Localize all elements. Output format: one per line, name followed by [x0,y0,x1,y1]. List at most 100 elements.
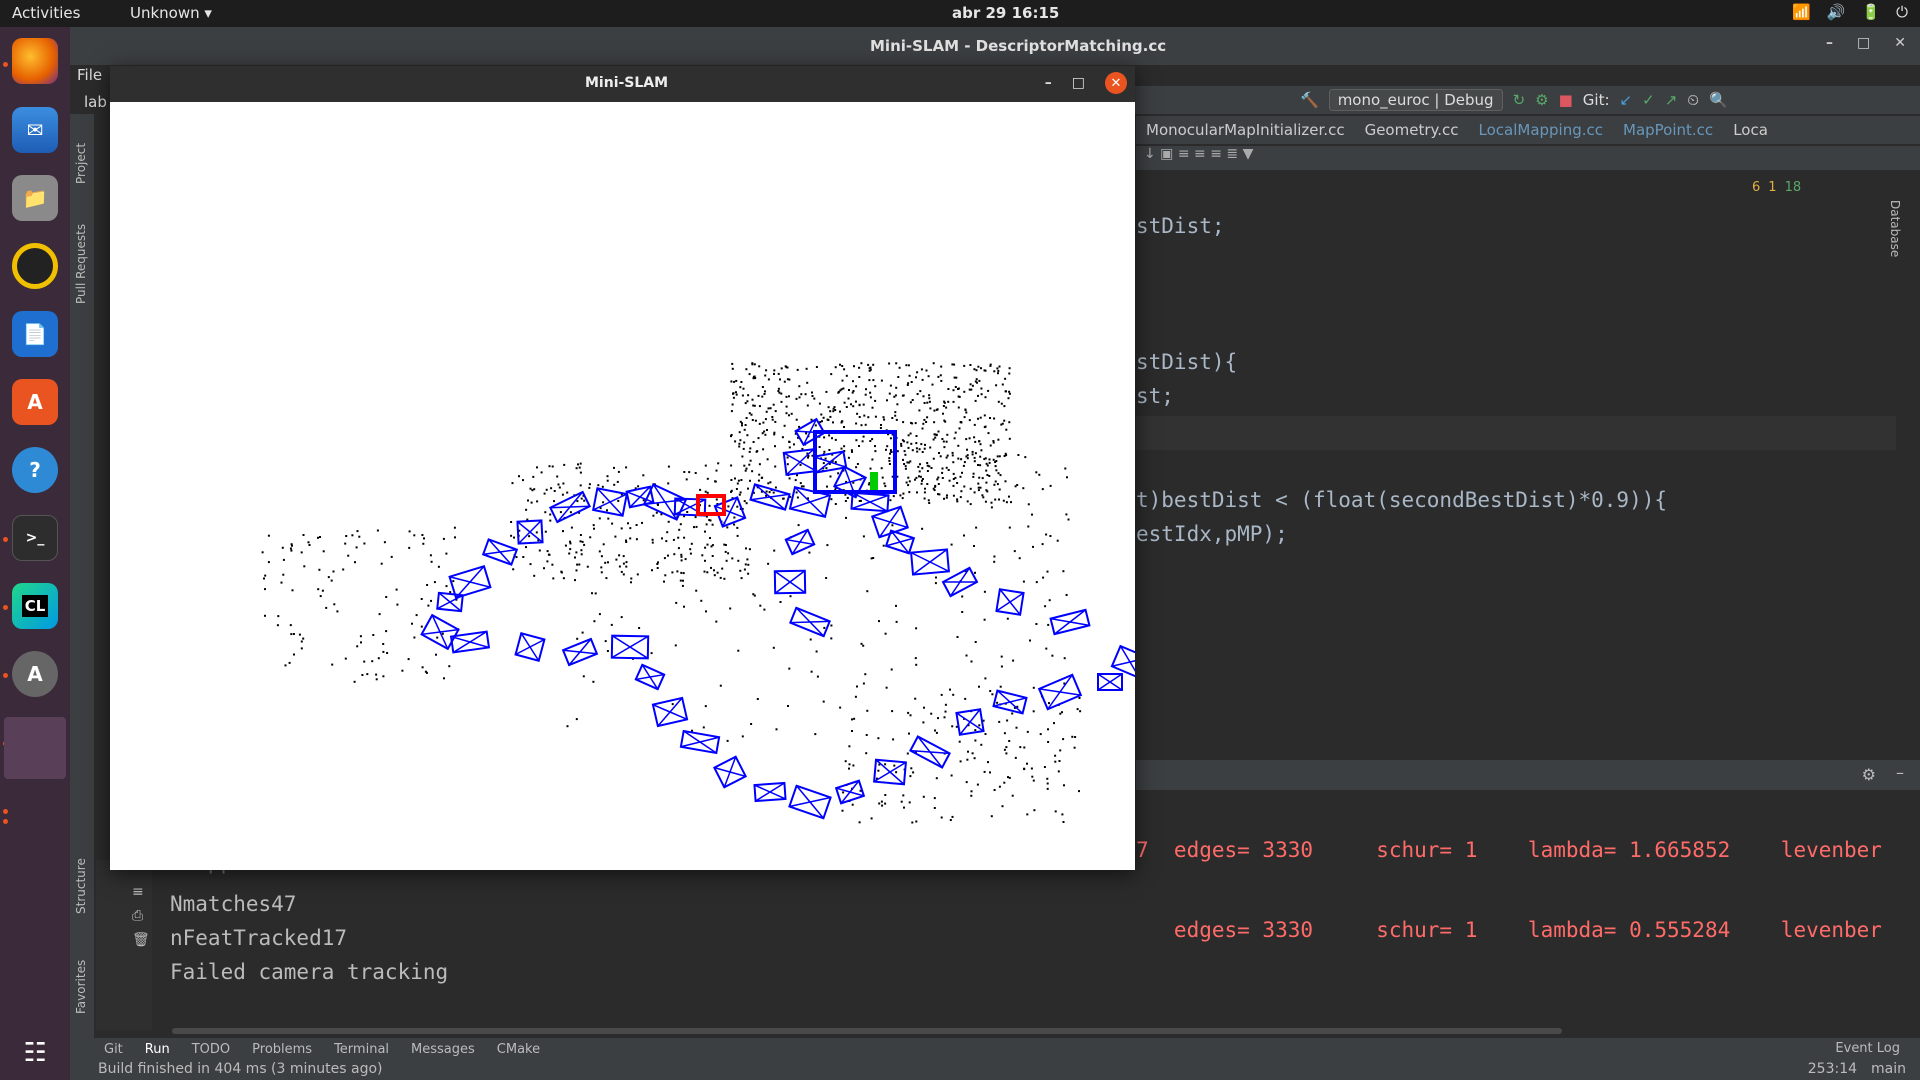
status-message[interactable]: Build finished in 404 ms (3 minutes ago) [98,1061,383,1077]
map-point [1032,545,1034,548]
minimize-icon[interactable]: – [1826,35,1833,51]
maximize-icon[interactable]: □ [1857,35,1870,51]
favorites-label[interactable]: Favorites [74,960,88,1014]
help-icon[interactable]: ? [12,447,58,493]
firefox-icon[interactable] [12,38,58,84]
pull-requests-label[interactable]: Pull Requests [74,224,88,304]
hide-icon[interactable]: – [1896,763,1904,782]
tab-monocular-map-initializer[interactable]: MonocularMapInitializer.cc [1146,121,1345,139]
map-point [936,478,939,481]
tab-todo[interactable]: TODO [192,1042,230,1057]
software-icon[interactable]: A [12,379,58,425]
files-icon[interactable]: 📁 [12,175,58,221]
map-point [743,568,746,571]
project-name[interactable]: lab [84,93,107,111]
history-icon[interactable]: ⏲ [1687,91,1699,109]
map-point [562,530,564,533]
map-point [947,400,950,403]
tab-map-point[interactable]: MapPoint.cc [1623,121,1713,139]
map-point [548,553,551,556]
project-tool-label[interactable]: Project [74,143,88,184]
activities-button[interactable]: Activities [12,4,80,22]
map-point [909,401,912,404]
tab-messages[interactable]: Messages [411,1042,475,1057]
slam-map-viewer[interactable] [110,102,1135,870]
stop-icon[interactable]: ■ [1559,91,1573,109]
debug-icon[interactable]: ⚙ [1535,91,1548,109]
git-commit-icon[interactable]: ✓ [1642,91,1655,109]
map-point [965,411,968,414]
map-point [408,546,411,549]
tab-problems[interactable]: Problems [252,1042,312,1057]
build-icon[interactable]: 🔨 [1300,91,1319,109]
tab-terminal[interactable]: Terminal [334,1042,389,1057]
run-icon[interactable]: ↻ [1513,91,1526,109]
workspace-icon[interactable] [4,717,66,779]
map-point [740,381,743,383]
map-point [884,802,887,805]
tab-geometry[interactable]: Geometry.cc [1365,121,1459,139]
event-log-button[interactable]: Event Log [1835,1041,1900,1056]
clock[interactable]: abr 29 16:15 [952,4,1059,22]
terminal-icon[interactable]: >_ [12,515,58,561]
mini-slam-window[interactable]: Mini-SLAM – □ ✕ [110,66,1135,870]
git-branch[interactable]: main [1871,1061,1906,1077]
map-point [767,482,770,485]
map-point [987,389,990,392]
inspection-widget[interactable]: 6 1 18 [1752,180,1801,195]
map-point [934,729,936,732]
map-point [979,443,982,446]
map-point [923,418,926,421]
tab-cmake[interactable]: CMake [497,1042,540,1057]
map-point [923,447,926,450]
map-point [651,569,653,572]
map-point [795,397,798,400]
git-push-icon[interactable]: ↗ [1665,91,1678,109]
database-label[interactable]: Database [1888,200,1902,257]
clion-icon[interactable]: CL [12,583,58,629]
minimize-icon[interactable]: – [1045,75,1052,91]
menu-file[interactable]: File [77,66,102,84]
app-menu[interactable]: Unknown ▾ [130,4,212,22]
rhythmbox-icon[interactable] [12,243,58,289]
tab-local[interactable]: Loca [1733,121,1768,139]
map-point [878,620,880,623]
cursor-position[interactable]: 253:14 [1808,1061,1857,1077]
clion-titlebar[interactable]: Mini-SLAM - DescriptorMatching.cc – □ ✕ [70,27,1920,65]
horizontal-scrollbar[interactable] [172,1028,1562,1034]
tab-local-mapping[interactable]: LocalMapping.cc [1479,121,1604,139]
close-icon[interactable]: ✕ [1105,72,1127,94]
git-update-icon[interactable]: ↙ [1620,91,1633,109]
map-point [765,410,768,413]
settings-icon[interactable]: ⚙ [1862,765,1876,784]
updater-icon[interactable]: A [12,651,58,697]
map-point [957,406,960,409]
map-point [664,574,667,577]
structure-label[interactable]: Structure [74,858,88,914]
run-config-select[interactable]: mono_euroc | Debug [1328,89,1503,111]
system-tray[interactable]: 📶 🔊 🔋 ⏻ [1792,3,1908,21]
map-point [872,379,875,382]
map-point [292,633,295,635]
map-point [997,372,999,375]
maximize-icon[interactable]: □ [1072,75,1085,91]
close-icon[interactable]: ✕ [1894,35,1906,51]
search-icon[interactable]: 🔍 [1709,91,1728,109]
map-point [940,365,943,368]
map-point [753,375,756,378]
map-point [385,630,388,633]
map-point [613,466,615,469]
run-tool-icons[interactable]: ≡ ⎙ 🗑 [96,860,152,952]
show-applications-icon[interactable]: ☷ [12,1030,58,1076]
map-point [726,739,729,742]
tab-git[interactable]: Git [104,1042,123,1057]
tab-run[interactable]: Run [145,1042,170,1057]
writer-icon[interactable]: 📄 [12,311,58,357]
code-editor[interactable]: stDist; stDist){ st; t)bestDist < (float… [1136,172,1896,732]
map-point [781,436,784,439]
map-point [825,390,828,393]
thunderbird-icon[interactable]: ✉ [12,107,58,153]
keyframe [481,538,519,566]
map-point [814,733,817,736]
mini-slam-titlebar[interactable]: Mini-SLAM – □ ✕ [110,66,1135,102]
